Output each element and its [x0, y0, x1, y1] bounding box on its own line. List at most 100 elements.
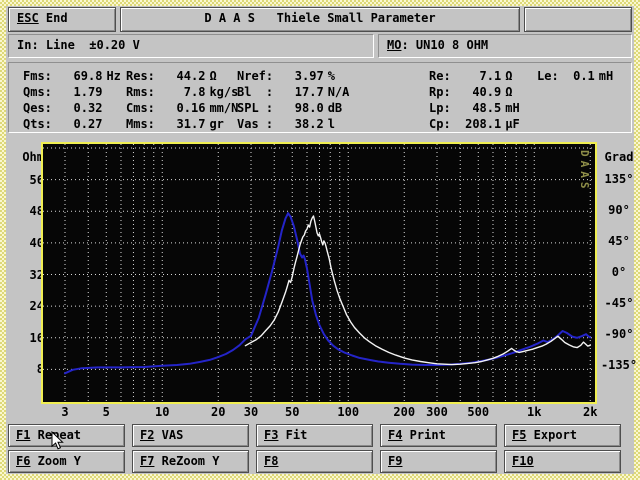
freq-tick-label: 2k	[583, 405, 598, 419]
param-value: 1.79	[73, 85, 103, 99]
fkey-f9[interactable]: F9	[380, 450, 497, 473]
fkey-f3-fit[interactable]: F3 Fit	[256, 424, 373, 447]
fkey-label: F4	[388, 428, 403, 442]
param-nref: Nref: 3.97%	[237, 68, 335, 84]
param-label: Lp:	[429, 101, 451, 115]
esc-action-label: End	[38, 11, 68, 25]
fkey-f5-export[interactable]: F5 Export	[504, 424, 621, 447]
titlebar-spacer	[524, 7, 632, 32]
param-value: 3.97	[294, 69, 324, 83]
param-value: 98.0	[294, 101, 324, 115]
param-re: Re: 7.1 Ω	[429, 68, 512, 84]
param-label: Mms:	[126, 117, 155, 131]
freq-tick-label: 300	[426, 405, 448, 419]
param-value: 0.1	[573, 69, 595, 83]
param-unit: Ω	[505, 69, 513, 83]
param-label: Qts:	[23, 117, 52, 131]
param-label: SPL :	[237, 101, 274, 115]
param-label: Nref:	[237, 69, 274, 83]
y-left-axis-title: Ohm	[22, 150, 44, 164]
param-value: 7.1	[479, 69, 502, 83]
fkey-action-label: ReZoom Y	[154, 454, 220, 468]
param-vas: Vas : 38.2 l	[237, 116, 335, 132]
param-mms: Mms: 31.7 gr	[126, 116, 224, 132]
param-lp: Lp: 48.5 mH	[429, 100, 520, 116]
parameter-row: Qms: 1.79 Rms: 7.8 kg/s Bl : 17.7 N/A Rp: 40.9 Ω	[9, 84, 631, 100]
param-label: Bl :	[237, 85, 274, 99]
param-rms: Rms: 7.8 kg/s	[126, 84, 238, 100]
param-unit: N/A	[327, 85, 350, 99]
param-label: Cp:	[429, 117, 451, 131]
param-label: Le:	[537, 69, 559, 83]
fkey-action-label: Print	[402, 428, 446, 442]
ohm-tick-label: 24	[29, 299, 44, 314]
freq-tick-label: 30	[243, 405, 259, 419]
fkey-action-label: VAS	[154, 428, 184, 442]
param-value: 69.8	[73, 69, 103, 83]
freq-tick-label: 50	[285, 405, 300, 419]
grad-tick-label: 135°	[604, 171, 634, 186]
param-qms: Qms: 1.79	[23, 84, 106, 100]
fkey-f10[interactable]: F10	[504, 450, 621, 473]
param-unit: kg/s	[209, 85, 239, 99]
param-value: 31.7	[176, 117, 206, 131]
esc-button[interactable]: ESC End	[8, 7, 116, 32]
param-value: 208.1	[465, 117, 502, 131]
grad-tick-label: -45°	[604, 296, 634, 310]
param-unit: mH	[598, 69, 614, 83]
window-title: D A A S Thiele Small Parameter	[120, 7, 520, 32]
param-label: Fms:	[23, 69, 52, 83]
param-label: Cms:	[126, 101, 155, 115]
fkey-f6-zoom-y[interactable]: F6 Zoom Y	[8, 450, 125, 473]
param-label: Rp:	[429, 85, 451, 99]
param-value: 0.27	[73, 117, 103, 131]
param-label: Qms:	[23, 85, 52, 99]
mouse-cursor	[51, 431, 64, 450]
ohm-tick-label: 48	[29, 204, 44, 219]
param-label: Qes:	[23, 101, 52, 115]
param-value: 44.2	[176, 69, 206, 83]
fkey-label: F10	[512, 454, 534, 468]
ohm-tick-label: 16	[29, 330, 44, 345]
grad-tick-label: -135°	[600, 358, 638, 372]
fkey-f4-print[interactable]: F4 Print	[380, 424, 497, 447]
grad-tick-label: 90°	[608, 202, 630, 217]
ohm-tick-label: 8	[6, 362, 44, 376]
param-unit: l	[327, 117, 335, 131]
fkey-f7-rezoom-y[interactable]: F7 ReZoom Y	[132, 450, 249, 473]
parameter-row: Qes: 0.32 Cms: 0.16 mm/N SPL : 98.0 dB Lp: 48.5 mH	[9, 100, 631, 116]
param-label: Res:	[126, 69, 155, 83]
ohm-tick-label: 56	[29, 172, 44, 187]
fkey-f8[interactable]: F8	[256, 450, 373, 473]
param-unit: Hz	[106, 69, 121, 83]
parameter-panel: Fms: 69.8 Hz Res: 44.2 Ω Nref: 3.97% Re: 7.1 Ω Le: 0…	[8, 62, 632, 133]
fkey-action-label: Export	[526, 428, 578, 442]
fkey-label: F8	[264, 454, 279, 468]
freq-tick-label: 3	[61, 405, 69, 419]
model-status[interactable]: MO: UN10 8 OHM	[378, 34, 632, 58]
fkey-label: F3	[264, 428, 279, 442]
param-value: 17.7	[294, 85, 324, 99]
model-hotkey: MO	[387, 38, 402, 52]
param-value: 40.9	[472, 85, 502, 99]
esc-key-label: ESC	[17, 11, 39, 25]
param-value: 0.32	[73, 101, 103, 115]
fkey-f1-repeat[interactable]: F1 Repeat	[8, 424, 125, 447]
fkey-action-label: Fit	[278, 428, 308, 442]
fkey-f2-vas[interactable]: F2 VAS	[132, 424, 249, 447]
fkey-label: F5	[512, 428, 527, 442]
param-value: 7.8	[183, 85, 206, 99]
grad-tick-label: 0°	[611, 265, 627, 279]
param-res: Res: 44.2 Ω	[126, 68, 217, 84]
param-le: Le: 0.1 mH	[537, 68, 613, 84]
ohm-tick-label: 32	[29, 267, 44, 282]
freq-tick-label: 5	[102, 405, 110, 419]
param-unit: %	[327, 69, 335, 83]
param-label: Rms:	[126, 85, 155, 99]
param-label: Re:	[429, 69, 451, 83]
model-status-text: : UN10 8 OHM	[401, 38, 489, 52]
fkey-label: F6	[16, 454, 31, 468]
param-bl: Bl : 17.7 N/A	[237, 84, 349, 100]
param-qts: Qts: 0.27	[23, 116, 106, 132]
param-cms: Cms: 0.16 mm/N	[126, 100, 238, 116]
